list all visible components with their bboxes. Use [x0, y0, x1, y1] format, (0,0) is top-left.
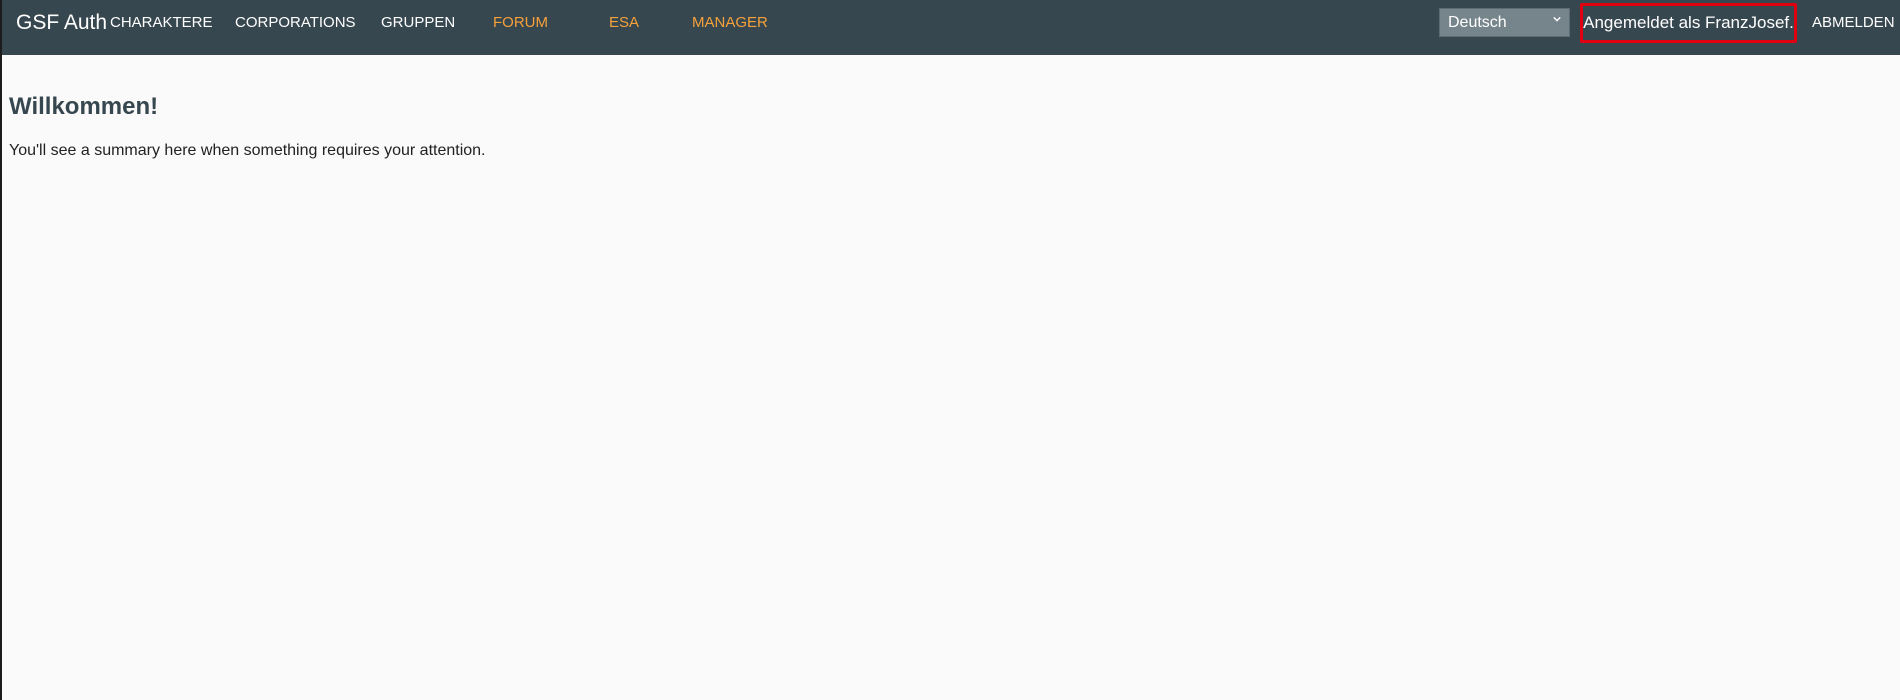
logged-in-user-text: Angemeldet als FranzJosef.: [1583, 13, 1794, 32]
page-title: Willkommen!: [9, 93, 159, 120]
nav-link-esa[interactable]: ESA: [609, 0, 639, 45]
nav-link-charaktere[interactable]: CHARAKTERE: [110, 0, 213, 45]
nav-link-gruppen[interactable]: GRUPPEN: [381, 0, 455, 45]
brand-logo-link[interactable]: GSF Auth: [16, 0, 107, 45]
logout-link[interactable]: ABMELDEN: [1812, 0, 1895, 45]
top-navbar: GSF Auth CHARAKTERE CORPORATIONS GRUPPEN…: [2, 0, 1900, 55]
main-content: Willkommen! You'll see a summary here wh…: [2, 55, 1900, 161]
language-select[interactable]: Deutsch: [1439, 8, 1570, 37]
nav-link-forum[interactable]: FORUM: [493, 0, 548, 45]
summary-text: You'll see a summary here when something…: [9, 142, 486, 159]
page: GSF Auth CHARAKTERE CORPORATIONS GRUPPEN…: [0, 0, 1900, 700]
logged-in-user-status: Angemeldet als FranzJosef.: [1580, 3, 1797, 43]
nav-link-manager[interactable]: MANAGER: [692, 0, 768, 45]
nav-link-corporations[interactable]: CORPORATIONS: [235, 0, 356, 45]
